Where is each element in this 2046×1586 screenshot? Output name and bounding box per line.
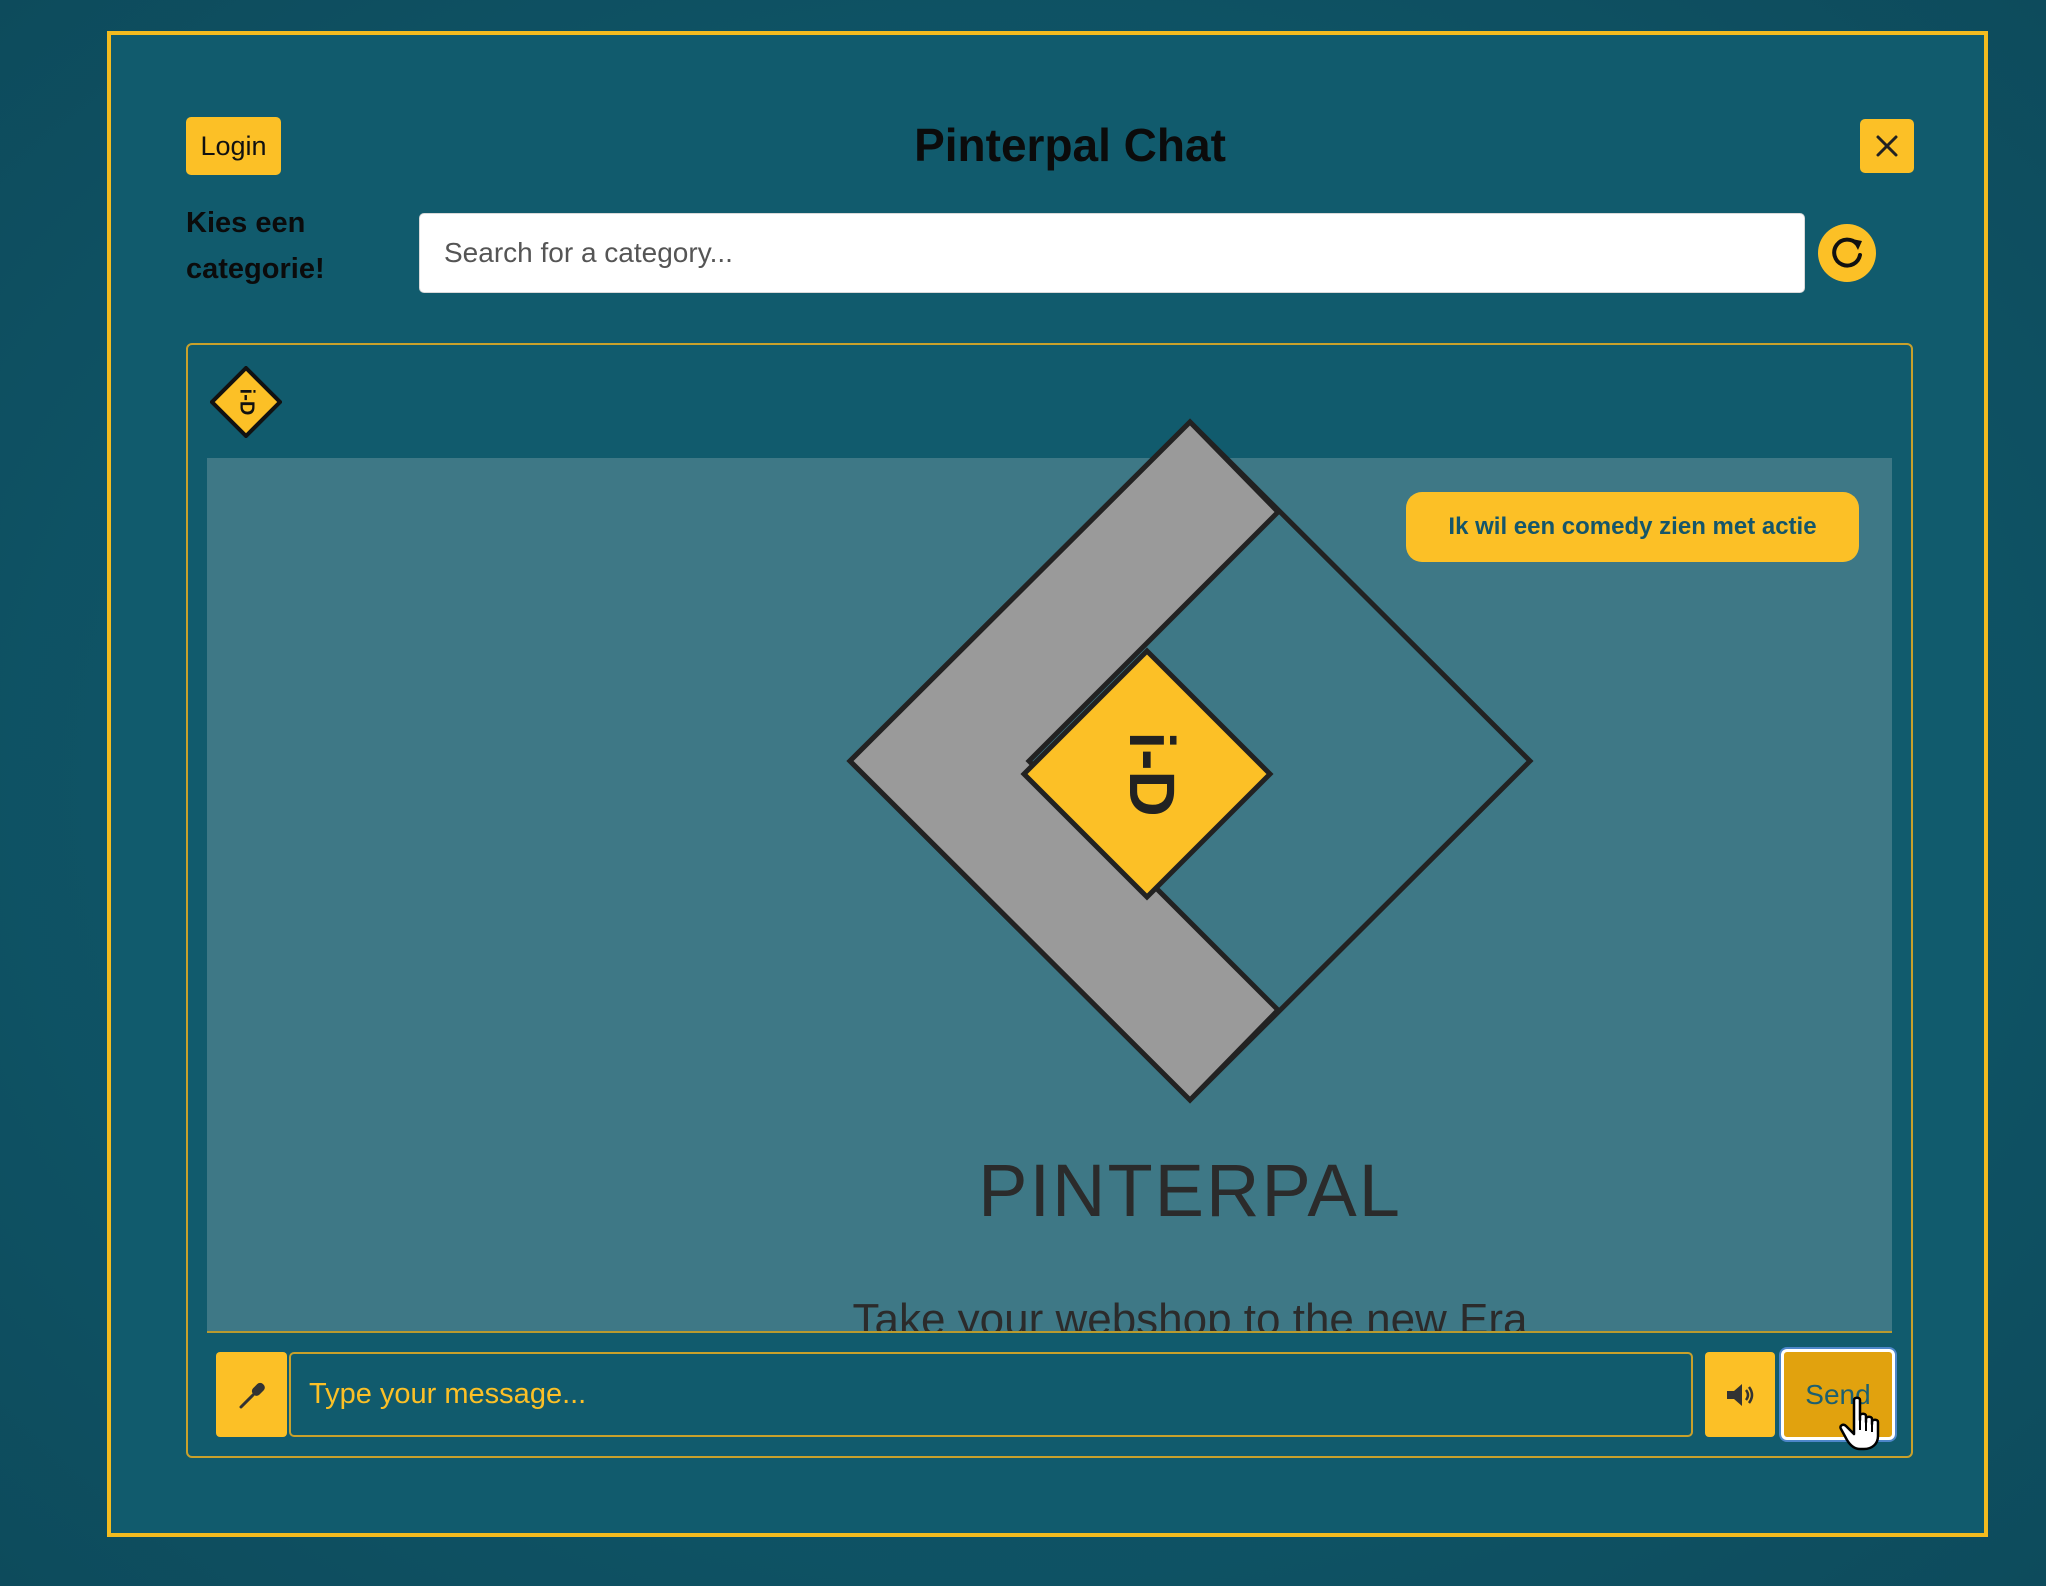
message-input[interactable]: [289, 1352, 1693, 1437]
refresh-button[interactable]: [1818, 224, 1876, 282]
login-button[interactable]: Login: [186, 117, 281, 175]
hand-cursor-icon: [1839, 1396, 1880, 1451]
close-button[interactable]: [1860, 119, 1914, 173]
refresh-icon: [1832, 237, 1862, 268]
speaker-button[interactable]: [1705, 1352, 1775, 1437]
svg-text:i-D: i-D: [236, 389, 258, 416]
page-title: Pinterpal Chat: [914, 119, 1226, 171]
close-icon: [1876, 135, 1898, 157]
divider: [207, 1331, 1892, 1333]
brand-name: PINTERPAL: [978, 1149, 1402, 1232]
microphone-icon: [239, 1382, 265, 1408]
microphone-button[interactable]: [216, 1352, 287, 1437]
user-message-bubble: Ik wil een comedy zien met actie: [1406, 492, 1859, 562]
logo-glyph: i-D: [1116, 731, 1188, 816]
category-label: Kies een categorie!: [186, 207, 325, 285]
speaker-icon: [1727, 1383, 1754, 1406]
pinterpal-logo-icon: i-D: [210, 366, 282, 438]
brand-tagline: Take your webshop to the new Era: [852, 1295, 1528, 1332]
category-search-input[interactable]: [419, 213, 1805, 293]
